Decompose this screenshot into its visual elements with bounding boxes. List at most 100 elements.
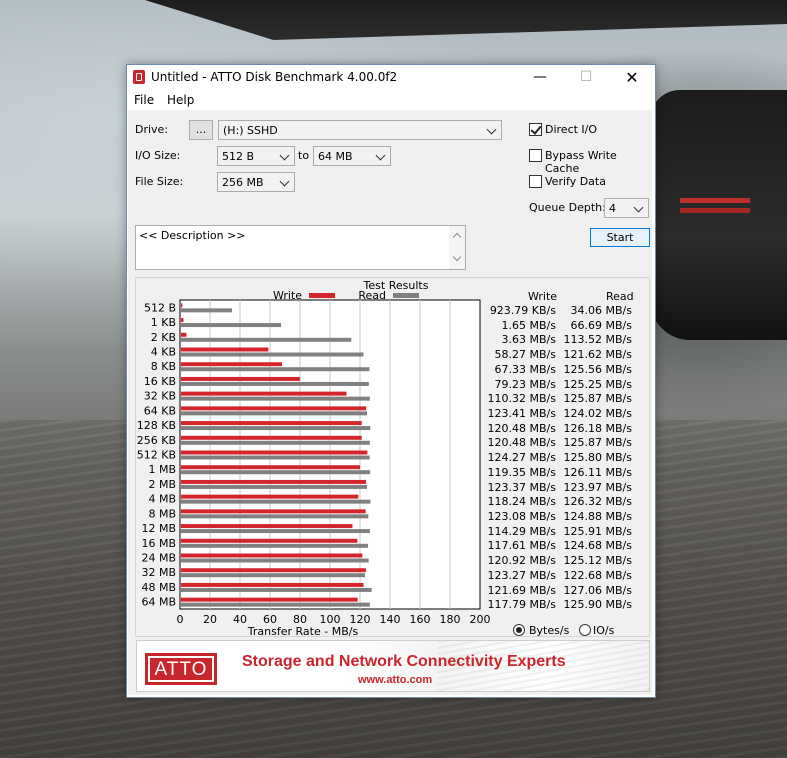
io-radio[interactable] (579, 624, 591, 636)
banner-tagline: Storage and Network Connectivity Experts (242, 653, 566, 670)
read-value: 126.32 MB/s (563, 495, 632, 509)
read-value: 124.68 MB/s (563, 539, 632, 553)
y-tick-label: 1 MB (148, 463, 176, 476)
read-bar (181, 426, 371, 431)
close-button[interactable]: ✕ (609, 65, 655, 90)
write-bar (181, 582, 364, 587)
write-bar (181, 391, 347, 396)
read-bar (181, 499, 371, 504)
read-bar (181, 470, 371, 475)
direct-io-checkbox[interactable] (529, 123, 542, 136)
read-value: 125.87 MB/s (563, 392, 632, 406)
read-bar (181, 558, 369, 563)
atto-logo-text: ATTO (148, 656, 214, 682)
read-bar (181, 367, 370, 372)
bytes-radio-label[interactable]: Bytes/s (529, 624, 569, 637)
read-bar (181, 484, 367, 489)
write-value: 79.23 MB/s (494, 377, 556, 391)
read-bar (181, 396, 370, 401)
scroll-up-icon[interactable] (452, 232, 462, 242)
write-value: 1.65 MB/s (501, 318, 556, 332)
io-radio-label[interactable]: IO/s (593, 624, 614, 637)
bypass-write-cache-checkbox[interactable] (529, 149, 542, 162)
read-value: 124.02 MB/s (563, 407, 632, 420)
read-value: 126.11 MB/s (563, 465, 632, 479)
y-tick-label: 1 KB (151, 316, 176, 329)
write-bar (181, 332, 187, 337)
atto-logo: ATTO (145, 653, 217, 685)
bytes-radio[interactable] (513, 624, 525, 636)
x-tick-label: 20 (203, 613, 217, 626)
io-size-to-select[interactable]: 64 MB (313, 146, 391, 166)
window-title: Untitled - ATTO Disk Benchmark 4.00.0f2 (151, 70, 398, 84)
write-value: 120.92 MB/s (487, 554, 556, 568)
queue-depth-select[interactable]: 4 (604, 198, 649, 218)
read-value: 125.90 MB/s (563, 598, 632, 612)
y-tick-label: 2 MB (148, 478, 176, 491)
x-tick-label: 0 (177, 613, 184, 626)
atto-banner[interactable]: ATTO Storage and Network Connectivity Ex… (136, 640, 650, 692)
write-bar (181, 376, 300, 381)
y-tick-label: 4 MB (148, 493, 176, 506)
x-tick-label: 200 (470, 613, 491, 626)
read-value: 124.88 MB/s (563, 510, 632, 523)
read-value: 125.80 MB/s (563, 451, 632, 465)
read-value: 126.18 MB/s (563, 421, 632, 435)
bypass-write-cache-label[interactable]: Bypass Write Cache (545, 149, 652, 175)
minimize-button[interactable]: — (517, 65, 563, 90)
chevron-down-icon (485, 123, 499, 137)
write-value: 67.33 MB/s (494, 362, 556, 376)
write-bar (181, 406, 367, 411)
menu-help[interactable]: Help (167, 93, 194, 107)
y-tick-label: 8 MB (148, 507, 176, 520)
io-size-label: I/O Size: (135, 149, 181, 162)
legend-write-swatch (309, 293, 335, 298)
write-bar (181, 479, 367, 484)
menu-bar: File Help (127, 90, 655, 110)
read-value: 121.62 MB/s (563, 348, 632, 362)
write-bar (181, 362, 282, 367)
write-bar (181, 435, 362, 440)
verify-data-checkbox[interactable] (529, 175, 542, 188)
test-results-panel: Test Results Write Read 0 20 40 60 80 100 120 140 1… (135, 277, 650, 637)
read-bar (181, 573, 366, 578)
maximize-button[interactable]: ☐ (563, 65, 609, 90)
write-value: 121.69 MB/s (487, 583, 556, 597)
scroll-down-icon[interactable] (452, 252, 462, 262)
menu-file[interactable]: File (134, 93, 154, 107)
write-column-header: Write (528, 290, 558, 303)
file-size-select[interactable]: 256 MB (217, 172, 295, 192)
read-value: 125.25 MB/s (563, 377, 632, 391)
read-value: 125.12 MB/s (563, 554, 632, 568)
app-icon (133, 70, 145, 84)
direct-io-label[interactable]: Direct I/O (545, 123, 597, 136)
write-value: 3.63 MB/s (501, 333, 556, 347)
browse-drive-button[interactable]: ... (189, 120, 213, 140)
description-scrollbar[interactable] (449, 226, 465, 269)
background-spoiler (145, 0, 787, 40)
banner-url[interactable]: www.atto.com (358, 674, 432, 686)
description-field[interactable]: << Description >> (135, 225, 466, 270)
read-bar (181, 455, 370, 460)
write-value: 923.79 KB/s (489, 304, 556, 317)
read-bar (181, 529, 370, 534)
start-button[interactable]: Start (590, 228, 650, 247)
write-value: 120.48 MB/s (487, 421, 556, 435)
y-tick-label: 64 KB (144, 404, 176, 417)
write-bar (181, 318, 184, 323)
legend-read-swatch (393, 293, 419, 298)
y-tick-label: 16 KB (144, 375, 176, 388)
y-tick-label: 32 KB (144, 390, 176, 403)
write-bar (181, 597, 358, 602)
drive-select-value: (H:) SSHD (223, 124, 278, 137)
read-bar (181, 514, 369, 519)
title-bar[interactable]: Untitled - ATTO Disk Benchmark 4.00.0f2 … (127, 65, 655, 90)
read-value: 66.69 MB/s (570, 318, 632, 332)
drive-select[interactable]: (H:) SSHD (218, 120, 502, 140)
io-size-from-select[interactable]: 512 B (217, 146, 295, 166)
read-bar (181, 602, 370, 607)
verify-data-label[interactable]: Verify Data (545, 175, 606, 188)
y-tick-label: 4 KB (151, 346, 176, 359)
io-size-from-value: 512 B (222, 150, 255, 163)
write-bar (181, 524, 353, 529)
